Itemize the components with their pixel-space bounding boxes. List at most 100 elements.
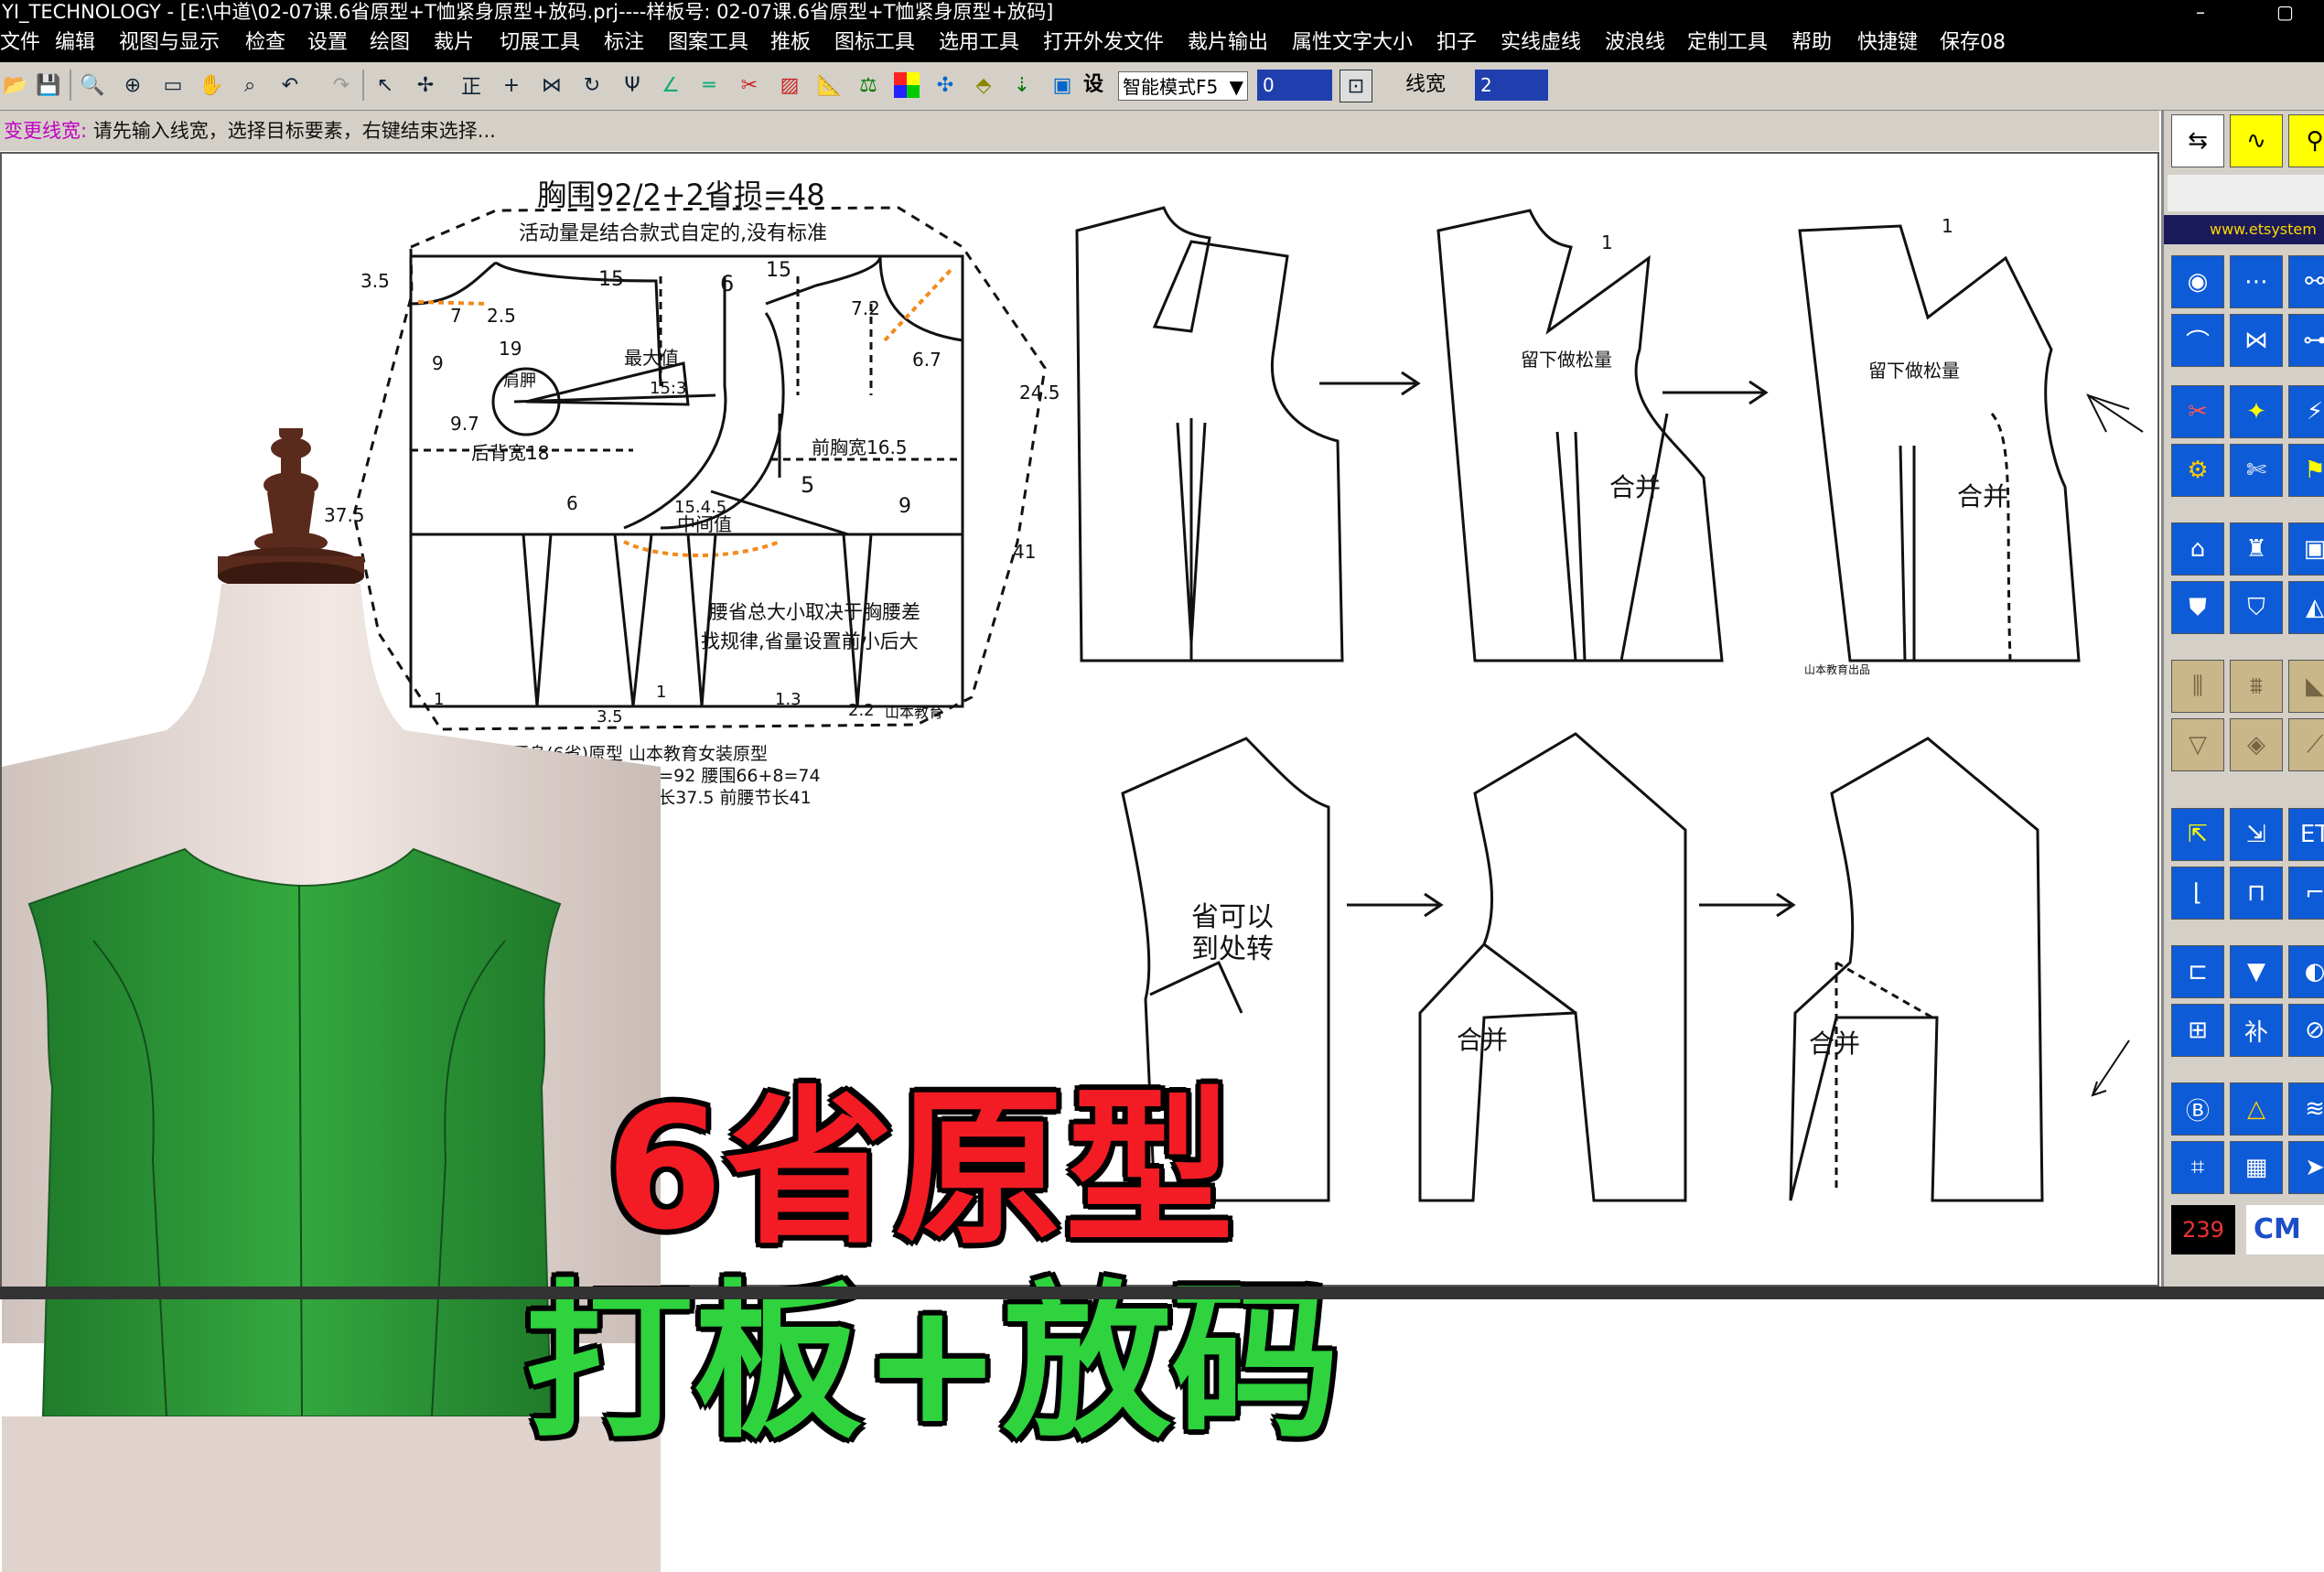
tool-bag-icon[interactable]: ⊏ [2171, 945, 2224, 998]
menu-file[interactable]: 文件 [0, 24, 40, 62]
tool-pin-icon[interactable]: ⚙ [2171, 444, 2224, 497]
minimize-icon[interactable]: – [2196, 0, 2205, 24]
parallel-icon[interactable]: ═ [694, 70, 725, 101]
tool-waves-icon[interactable]: ≋ [2288, 1082, 2324, 1136]
menu-buttons[interactable]: 扣子 [1436, 24, 1477, 62]
compass-icon[interactable]: ✣ [930, 70, 961, 101]
line-width-field[interactable]: 2 [1475, 70, 1548, 101]
menu-check[interactable]: 检查 [245, 24, 285, 62]
orthogonal-icon[interactable]: 正 [456, 70, 487, 101]
tool-pocket-icon[interactable]: ◐ [2288, 945, 2324, 998]
tool-skirt-icon[interactable]: ▼ [2230, 945, 2283, 998]
tool-pleat-icon[interactable]: ⫼ [2171, 660, 2224, 713]
apply-icon[interactable]: ⊡ [1340, 70, 1372, 102]
menu-view[interactable]: 视图与显示 [119, 24, 220, 62]
menu-open-external[interactable]: 打开外发文件 [1043, 24, 1164, 62]
scissors-icon[interactable]: ✂ [734, 70, 765, 101]
save-icon[interactable]: 💾 [33, 70, 64, 101]
move-point-icon[interactable]: ✢ [410, 70, 441, 101]
rotate-icon[interactable]: ↻ [576, 70, 608, 101]
tool-flag-icon[interactable]: ⚑ [2288, 444, 2324, 497]
tool-calc-icon[interactable]: ▦ [2230, 1141, 2283, 1194]
intersect-icon[interactable]: ⋈ [536, 70, 567, 101]
tool-link-icon[interactable]: ⚲ [2288, 114, 2324, 167]
zoom-in-icon[interactable]: ⊕ [117, 70, 148, 101]
tool-sewing-icon[interactable]: ⌂ [2171, 522, 2224, 576]
menu-pattern-tools[interactable]: 图案工具 [668, 24, 748, 62]
tool-import-icon[interactable]: ⇱ [2171, 808, 2224, 861]
tool-cut-icon[interactable]: ✂ [2171, 385, 2224, 438]
tool-link2-icon[interactable]: ⚯ [2288, 255, 2324, 308]
tool-dart2-icon[interactable]: ▽ [2171, 718, 2224, 771]
menu-piece-output[interactable]: 裁片输出 [1188, 24, 1268, 62]
ruler-icon[interactable]: 📐 [814, 70, 845, 101]
tool-ruler2-icon[interactable]: ⊞ [2171, 1004, 2224, 1057]
tool-press-icon[interactable]: ♜ [2230, 522, 2283, 576]
menu-annotate[interactable]: 标注 [604, 24, 644, 62]
pan-hand-icon[interactable]: ✋ [196, 70, 227, 101]
tool-mark-icon[interactable]: ⌗ [2171, 1141, 2224, 1194]
hatch-icon[interactable]: ▨ [774, 70, 805, 101]
tool-move-icon[interactable]: ⇆ [2171, 114, 2224, 167]
tool-slash-icon[interactable]: ⟋ [2288, 718, 2324, 771]
tool-triangle-icon[interactable]: △ [2230, 1082, 2283, 1136]
notch-icon[interactable]: ⬘ [968, 70, 999, 101]
tool-b-icon[interactable]: Ⓑ [2171, 1082, 2224, 1136]
drawing-canvas[interactable]: 胸围92/2+2省损=48 活动量是结合款式自定的,没有标准 3.5 15 6 … [0, 152, 2159, 1572]
tool-gather-icon[interactable]: ⩩ [2230, 660, 2283, 713]
tool-eye-icon[interactable]: ◉ [2171, 255, 2224, 308]
menu-custom-tools[interactable]: 定制工具 [1687, 24, 1768, 62]
tool-node-icon[interactable]: ⊶ [2288, 314, 2324, 367]
fit-window-icon[interactable]: ▭ [157, 70, 188, 101]
redo-icon[interactable]: ↷ [326, 70, 357, 101]
tool-et-icon[interactable]: ET [2288, 808, 2324, 861]
menu-grading[interactable]: 推板 [770, 24, 811, 62]
value-field[interactable]: 0 [1257, 70, 1332, 101]
fork-icon[interactable]: Ψ [617, 70, 648, 101]
tool-scissors-icon[interactable]: ✄ [2230, 444, 2283, 497]
zoom-out-icon[interactable]: 🔍 [77, 70, 108, 101]
menu-edit[interactable]: 编辑 [55, 24, 95, 62]
menu-shortcuts[interactable]: 快捷键 [1857, 24, 1918, 62]
maximize-icon[interactable]: ▢ [2276, 0, 2294, 24]
menu-wave-line[interactable]: 波浪线 [1605, 24, 1665, 62]
frame-icon[interactable]: ▣ [1047, 70, 1078, 101]
tool-star-icon[interactable]: ✦ [2230, 385, 2283, 438]
tool-corner-icon[interactable]: ⌐ [2288, 867, 2324, 920]
menu-settings[interactable]: 设置 [307, 24, 348, 62]
tool-sleeve-icon[interactable]: ⛉ [2230, 581, 2283, 634]
tool-dot-line-icon[interactable]: ⋯ [2230, 255, 2283, 308]
menu-draw[interactable]: 绘图 [370, 24, 410, 62]
tool-hem-icon[interactable]: ⌊ [2171, 867, 2224, 920]
menu-save08[interactable]: 保存08 [1940, 24, 2006, 62]
set-label[interactable]: 设 [1083, 70, 1103, 101]
tool-export-icon[interactable]: ⇲ [2230, 808, 2283, 861]
menu-attr-text-size[interactable]: 属性文字大小 [1292, 24, 1413, 62]
angle-icon[interactable]: ∠ [655, 70, 686, 101]
color-grid-icon[interactable] [891, 70, 922, 101]
undo-icon[interactable]: ↶ [274, 70, 306, 101]
tool-fold-icon[interactable]: ◈ [2230, 718, 2283, 771]
crosshair-icon[interactable]: + [496, 70, 527, 101]
menu-select-tools[interactable]: 选用工具 [939, 24, 1019, 62]
open-icon[interactable]: 📂 [0, 70, 31, 101]
tool-arrow-icon[interactable]: ➤ [2288, 1141, 2324, 1194]
tool-shirt-icon[interactable]: ⛊ [2171, 581, 2224, 634]
tool-frame-icon[interactable]: ▣ [2288, 522, 2324, 576]
tool-curve-icon[interactable]: ∿ [2230, 114, 2283, 167]
tool-sleeve-cap-icon[interactable]: 补 [2230, 1004, 2283, 1057]
menu-solid-dashed[interactable]: 实线虚线 [1501, 24, 1581, 62]
menu-pieces[interactable]: 裁片 [434, 24, 474, 62]
menu-icon-tools[interactable]: 图标工具 [834, 24, 915, 62]
tool-zigzag-icon[interactable]: ⚡ [2288, 385, 2324, 438]
measure-icon[interactable]: ⚖ [853, 70, 884, 101]
tool-dart-icon[interactable]: ◣ [2288, 660, 2324, 713]
menu-help[interactable]: 帮助 [1791, 24, 1832, 62]
tool-curve2-icon[interactable]: ⌒ [2171, 314, 2224, 367]
tool-join-icon[interactable]: ⋈ [2230, 314, 2283, 367]
tool-collar-icon[interactable]: ◭ [2288, 581, 2324, 634]
zoom-area-icon[interactable]: ⌕ [234, 70, 265, 101]
mode-select[interactable]: 智能模式F5 ▼ [1118, 71, 1248, 101]
select-arrow-icon[interactable]: ↖ [370, 70, 401, 101]
tool-grade-icon[interactable]: ⊘ [2288, 1004, 2324, 1057]
